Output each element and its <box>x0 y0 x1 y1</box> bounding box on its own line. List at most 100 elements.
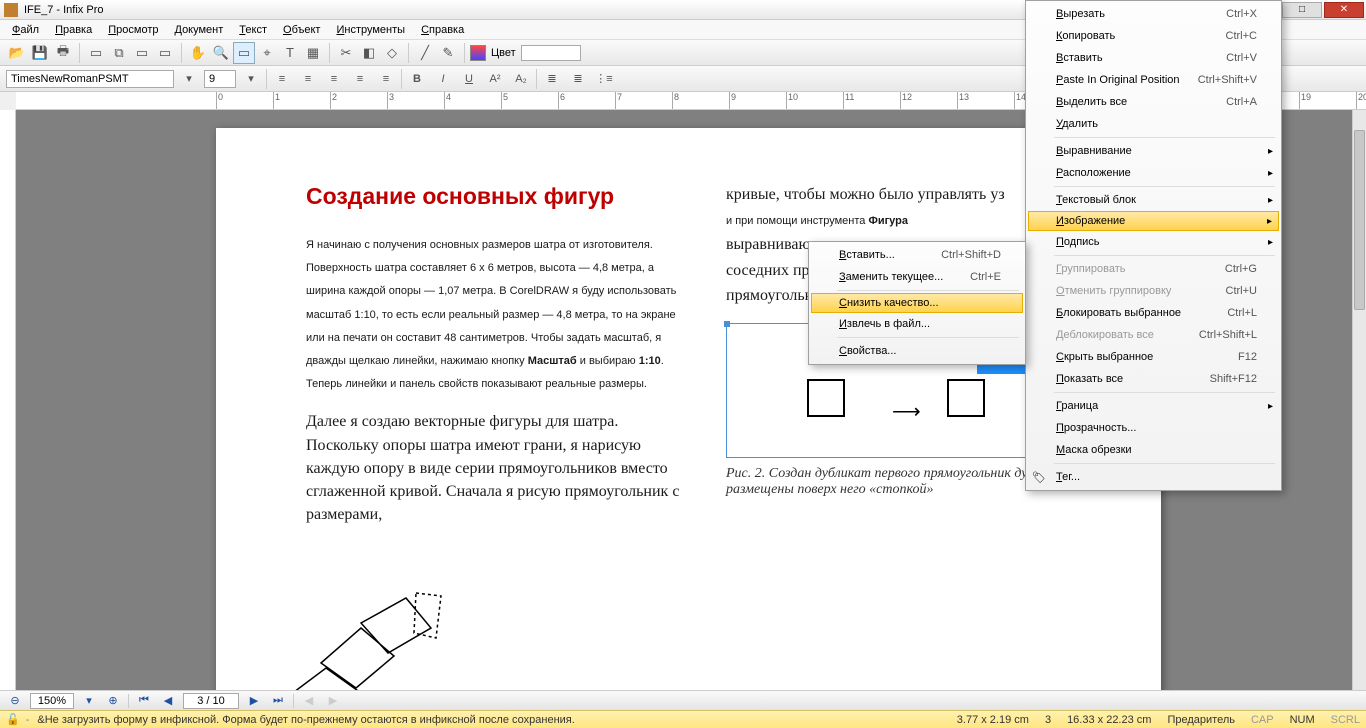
menuitem-маска-обрезки[interactable]: Маска обрезки <box>1028 439 1279 461</box>
menuitem-граница[interactable]: Граница <box>1028 395 1279 417</box>
history-fwd-icon[interactable]: ▶ <box>324 693 342 709</box>
status-scrl: SCRL <box>1331 714 1360 726</box>
textblock-tool-icon[interactable]: ▦ <box>302 42 324 64</box>
menu-Просмотр[interactable]: Просмотр <box>102 22 164 38</box>
menuitem-копировать[interactable]: КопироватьCtrl+C <box>1028 25 1279 47</box>
status-bar: 🔓 - &Не загрузить форму в инфиксной. Фор… <box>0 710 1366 728</box>
menuitem-paste-in-original-position[interactable]: Paste In Original PositionCtrl+Shift+V <box>1028 69 1279 91</box>
menuitem-свойства-[interactable]: Свойства... <box>811 340 1023 362</box>
page-dot-icon[interactable]: ▭ <box>154 42 176 64</box>
color-picker[interactable] <box>521 45 581 61</box>
text-tool-icon[interactable]: T <box>279 42 301 64</box>
save-icon[interactable]: 💾 <box>29 42 51 64</box>
crop-tool-icon[interactable]: ✂ <box>335 42 357 64</box>
menuitem-выделить-все[interactable]: Выделить всеCtrl+A <box>1028 91 1279 113</box>
line-tool-icon[interactable]: ╱ <box>414 42 436 64</box>
font-dropdown-icon[interactable]: ▾ <box>178 68 200 90</box>
image-submenu[interactable]: Вставить...Ctrl+Shift+DЗаменить текущее.… <box>808 241 1026 365</box>
new-page-icon[interactable]: ▭ <box>85 42 107 64</box>
menuitem-выравнивание[interactable]: Выравнивание <box>1028 140 1279 162</box>
menuitem-блокировать-выбранное[interactable]: Блокировать выбранноеCtrl+L <box>1028 302 1279 324</box>
scroll-thumb[interactable] <box>1354 130 1365 310</box>
menuitem-прозрачность-[interactable]: Прозрачность... <box>1028 417 1279 439</box>
figure-shapes <box>266 568 486 690</box>
menuitem-группировать: ГруппироватьCtrl+G <box>1028 258 1279 280</box>
open-icon[interactable]: 📂 <box>6 42 28 64</box>
prev-page-icon[interactable]: ◀ <box>159 693 177 709</box>
menuitem-извлечь-в-файл-[interactable]: Извлечь в файл... <box>811 313 1023 335</box>
status-num: NUM <box>1290 714 1315 726</box>
menuitem-текстовый-блок[interactable]: Текстовый блок <box>1028 189 1279 211</box>
menuitem-заменить-текущее-[interactable]: Заменить текущее...Ctrl+E <box>811 266 1023 288</box>
menu-Документ[interactable]: Документ <box>168 22 229 38</box>
color-swatch[interactable] <box>470 45 486 61</box>
print-icon[interactable]: 🖶 <box>52 42 74 64</box>
status-position: 3.77 x 2.19 cm <box>957 714 1029 726</box>
menuitem-удалить[interactable]: Удалить <box>1028 113 1279 135</box>
page-icon[interactable]: ▭ <box>131 42 153 64</box>
menu-Правка[interactable]: Правка <box>49 22 98 38</box>
font-family-input[interactable] <box>6 70 174 88</box>
align-right-icon[interactable]: ≡ <box>323 68 345 90</box>
maximize-button[interactable]: □ <box>1282 2 1322 18</box>
next-page-icon[interactable]: ▶ <box>245 693 263 709</box>
zoom-out-icon[interactable]: ⊖ <box>6 693 24 709</box>
align-center-icon[interactable]: ≡ <box>297 68 319 90</box>
vertical-scrollbar[interactable] <box>1352 110 1366 690</box>
menuitem-вырезать[interactable]: ВырезатьCtrl+X <box>1028 3 1279 25</box>
menuitem-показать-все[interactable]: Показать всеShift+F12 <box>1028 368 1279 390</box>
status-cap: CAP <box>1251 714 1274 726</box>
select-tool-icon[interactable]: ⌖ <box>256 42 278 64</box>
hand-tool-icon[interactable]: ✋ <box>187 42 209 64</box>
page-input[interactable] <box>183 693 239 709</box>
zoom-tool-icon[interactable]: 🔍 <box>210 42 232 64</box>
menu-Инструменты[interactable]: Инструменты <box>330 22 411 38</box>
font-size-input[interactable] <box>204 70 236 88</box>
close-button[interactable]: ✕ <box>1324 2 1364 18</box>
underline-icon[interactable]: U <box>458 68 480 90</box>
first-page-icon[interactable]: ⏮ <box>135 693 153 709</box>
menu-Справка[interactable]: Справка <box>415 22 470 38</box>
list-icon[interactable]: ⋮≡ <box>593 68 615 90</box>
menu-Текст[interactable]: Текст <box>233 22 273 38</box>
align-justify-icon[interactable]: ≡ <box>349 68 371 90</box>
lock-icon: 🔓 <box>6 713 20 726</box>
menuitem-тег-[interactable]: Тег...🏷 <box>1028 466 1279 488</box>
menu-Файл[interactable]: Файл <box>6 22 45 38</box>
page-title: Создание основных фигур <box>306 183 686 210</box>
vertical-ruler[interactable] <box>0 110 16 690</box>
align-left-icon[interactable]: ≡ <box>271 68 293 90</box>
para-1: Я начинаю с получения основных размеров … <box>306 232 686 394</box>
square-1 <box>807 379 845 417</box>
pen-tool-icon[interactable]: ✎ <box>437 42 459 64</box>
menuitem-подпись[interactable]: Подпись <box>1028 231 1279 253</box>
menuitem-вставить[interactable]: ВставитьCtrl+V <box>1028 47 1279 69</box>
italic-icon[interactable]: I <box>432 68 454 90</box>
linespacing-icon[interactable]: ≣ <box>541 68 563 90</box>
menuitem-отменить-группировку: Отменить группировкуCtrl+U <box>1028 280 1279 302</box>
status-warning: &Не загрузить форму в инфиксной. Форма б… <box>37 714 574 726</box>
menuitem-вставить-[interactable]: Вставить...Ctrl+Shift+D <box>811 244 1023 266</box>
menuitem-изображение[interactable]: Изображение <box>1028 211 1279 231</box>
superscript-icon[interactable]: A² <box>484 68 506 90</box>
menu-Объект[interactable]: Объект <box>277 22 326 38</box>
shape-tool-icon[interactable]: ◇ <box>381 42 403 64</box>
align-full-icon[interactable]: ≡ <box>375 68 397 90</box>
size-dropdown-icon[interactable]: ▾ <box>240 68 262 90</box>
zoom-dropdown-icon[interactable]: ▾ <box>80 693 98 709</box>
zoom-input[interactable] <box>30 693 74 709</box>
nav-bar: ⊖ ▾ ⊕ ⏮ ◀ ▶ ⏭ ◀ ▶ <box>0 690 1366 710</box>
menuitem-скрыть-выбранное[interactable]: Скрыть выбранноеF12 <box>1028 346 1279 368</box>
copy-page-icon[interactable]: ⧉ <box>108 42 130 64</box>
history-back-icon[interactable]: ◀ <box>300 693 318 709</box>
pointer-tool-icon[interactable]: ▭ <box>233 42 255 64</box>
last-page-icon[interactable]: ⏭ <box>269 693 287 709</box>
context-menu[interactable]: ВырезатьCtrl+XКопироватьCtrl+CВставитьCt… <box>1025 0 1282 491</box>
menuitem-расположение[interactable]: Расположение <box>1028 162 1279 184</box>
menuitem-снизить-качество-[interactable]: Снизить качество... <box>811 293 1023 313</box>
linespacing2-icon[interactable]: ≣ <box>567 68 589 90</box>
zoom-in-icon[interactable]: ⊕ <box>104 693 122 709</box>
bold-icon[interactable]: B <box>406 68 428 90</box>
subscript-icon[interactable]: A₂ <box>510 68 532 90</box>
object-tool-icon[interactable]: ◧ <box>358 42 380 64</box>
